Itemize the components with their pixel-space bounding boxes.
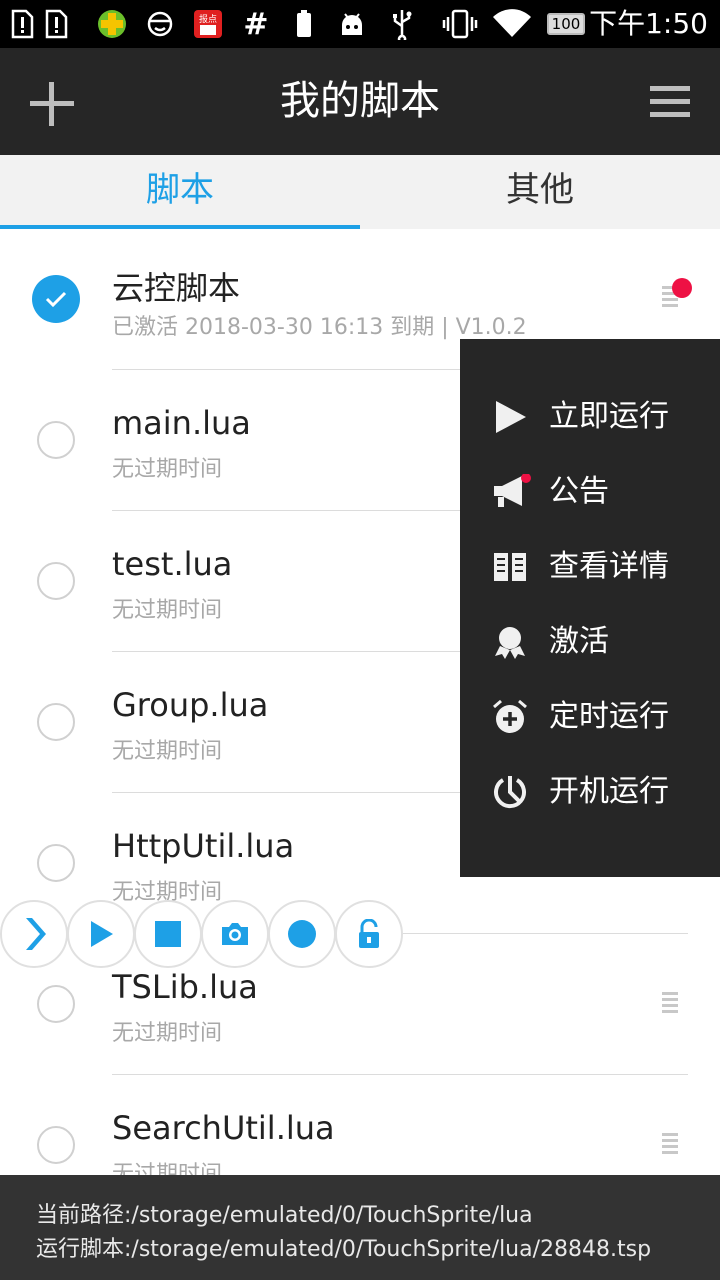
menu-item-announcement[interactable]: 公告	[460, 462, 720, 522]
script-name: HttpUtil.lua	[112, 827, 295, 865]
app-bar: 我的脚本	[0, 48, 720, 155]
alarm-clock-icon	[492, 699, 528, 735]
menu-item-label: 立即运行	[549, 399, 669, 434]
radio-button[interactable]	[37, 985, 75, 1023]
current-path-text: 当前路径:/storage/emulated/0/TouchSprite/lua	[36, 1203, 533, 1228]
script-subtitle: 无过期时间	[112, 457, 223, 482]
sim-alert-icon	[8, 0, 36, 48]
tab-bar: 脚本 其他	[0, 155, 720, 229]
list-item[interactable]: SearchUtil.lua 无过期时间	[0, 1075, 720, 1175]
floating-toolbar	[0, 900, 403, 968]
plus-ball-icon	[96, 0, 128, 48]
status-info-bar: 当前路径:/storage/emulated/0/TouchSprite/lua…	[0, 1175, 720, 1280]
play-icon	[492, 399, 528, 435]
wifi-icon	[490, 0, 534, 48]
camera-button[interactable]	[201, 900, 269, 968]
script-name: Group.lua	[112, 686, 269, 724]
usb-icon	[386, 0, 418, 48]
power-timer-icon	[492, 774, 528, 810]
calendar-icon: 报点	[192, 0, 224, 48]
menu-item-boot-run[interactable]: 开机运行	[460, 762, 720, 822]
vibrate-icon	[440, 0, 480, 48]
book-icon	[492, 549, 528, 585]
status-bar: 报点 # 100 下午1:50	[0, 0, 720, 48]
menu-item-details[interactable]: 查看详情	[460, 537, 720, 597]
radio-button[interactable]	[37, 703, 75, 741]
tab-other[interactable]: 其他	[360, 155, 720, 229]
menu-item-label: 开机运行	[549, 774, 669, 809]
android-icon	[336, 0, 368, 48]
radio-button[interactable]	[37, 844, 75, 882]
play-button[interactable]	[67, 900, 135, 968]
drag-handle-icon[interactable]	[662, 992, 678, 1014]
check-icon[interactable]	[32, 275, 80, 323]
script-name: TSLib.lua	[112, 968, 258, 1006]
calendar-icon-label: 报点	[199, 13, 217, 25]
record-button[interactable]	[268, 900, 336, 968]
script-name: 云控脚本	[112, 269, 241, 307]
script-name: main.lua	[112, 404, 251, 442]
stop-button[interactable]	[134, 900, 202, 968]
menu-item-label: 查看详情	[549, 549, 669, 584]
radio-button[interactable]	[37, 1126, 75, 1164]
hash-icon: #	[243, 6, 269, 42]
unlock-button[interactable]	[335, 900, 403, 968]
battery-level: 100	[546, 13, 586, 35]
menu-item-label: 定时运行	[549, 699, 669, 734]
sim-alert-icon-2	[42, 0, 70, 48]
script-subtitle: 无过期时间	[112, 1162, 223, 1175]
battery-icon: 100	[546, 0, 586, 48]
radio-button[interactable]	[37, 562, 75, 600]
hamburger-menu-icon[interactable]	[646, 80, 694, 124]
menu-item-label: 公告	[549, 474, 609, 509]
battery-small-icon	[292, 0, 316, 48]
menu-item-label: 激活	[549, 624, 609, 659]
megaphone-icon	[492, 473, 531, 510]
award-icon	[492, 624, 528, 660]
context-menu: 立即运行 公告 查看详情 激活 定时运行 开机运行	[460, 339, 720, 877]
script-subtitle: 无过期时间	[112, 739, 223, 764]
expand-chevron-icon[interactable]	[0, 900, 68, 968]
menu-item-activate[interactable]: 激活	[460, 612, 720, 672]
script-subtitle: 无过期时间	[112, 1021, 223, 1046]
running-script-text: 运行脚本:/storage/emulated/0/TouchSprite/lua…	[36, 1237, 652, 1262]
tab-scripts[interactable]: 脚本	[0, 155, 360, 229]
notification-badge	[672, 278, 692, 298]
menu-item-scheduled-run[interactable]: 定时运行	[460, 687, 720, 747]
page-title: 我的脚本	[280, 78, 440, 124]
status-time: 下午1:50	[589, 7, 708, 40]
radio-button[interactable]	[37, 421, 75, 459]
script-subtitle: 已激活 2018-03-30 16:13 到期 | V1.0.2	[112, 315, 527, 340]
menu-item-run-now[interactable]: 立即运行	[460, 387, 720, 447]
script-name: SearchUtil.lua	[112, 1109, 335, 1147]
smiley-icon	[144, 0, 176, 48]
script-subtitle: 无过期时间	[112, 598, 223, 623]
drag-handle-icon[interactable]	[662, 1133, 678, 1155]
script-name: test.lua	[112, 545, 233, 583]
